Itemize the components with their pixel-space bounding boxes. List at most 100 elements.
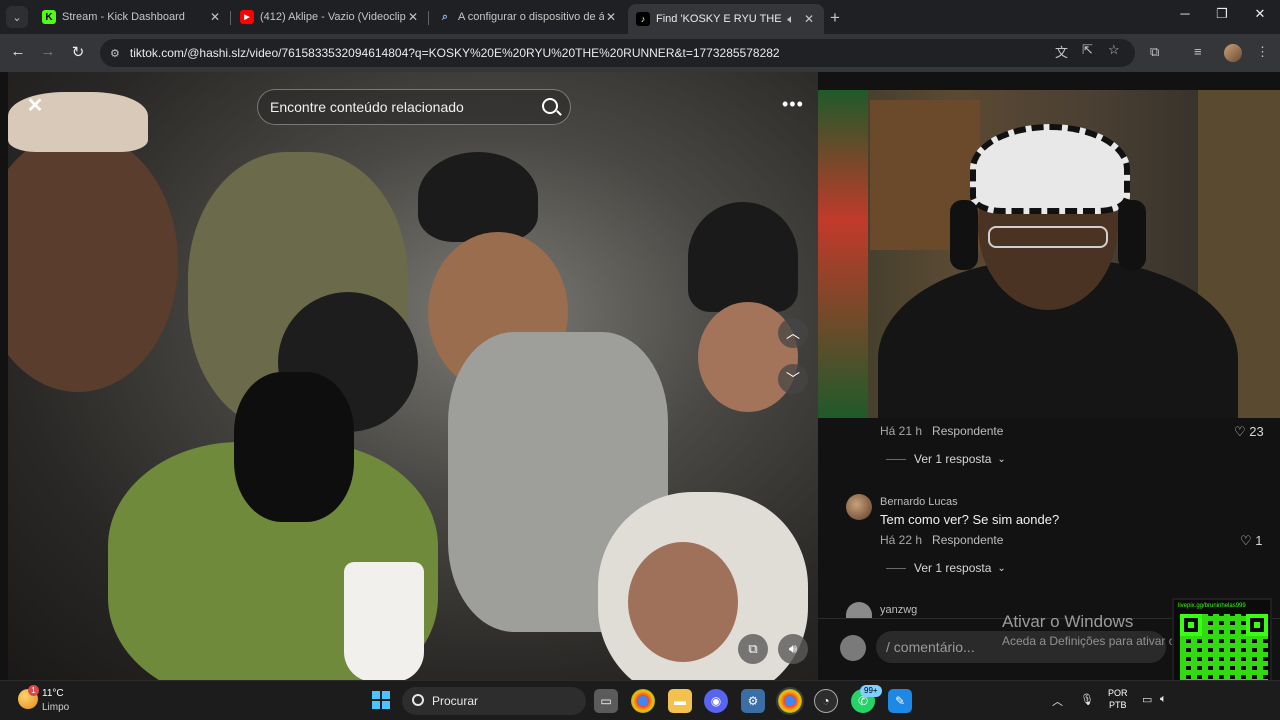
microphone-icon[interactable]: 🎙︎ [1080, 693, 1094, 706]
windows-logo-tile [382, 691, 390, 699]
paint-app-icon[interactable]: ✎ [888, 689, 912, 713]
comment-meta: Há 21 h Respondente [880, 424, 1003, 438]
minimize-button[interactable]: ─ [1170, 6, 1200, 21]
tab-kick-dashboard[interactable]: K Stream - Kick Dashboard ✕ [34, 4, 230, 30]
tab-tiktok-active[interactable]: ♪ Find 'KOSKY E RYU THE RU 🔈︎ ✕ [628, 4, 824, 34]
site-settings-icon[interactable]: ⚙ [110, 47, 120, 60]
task-view-icon[interactable]: ▭ [594, 689, 618, 713]
next-video-button[interactable]: ﹀ [778, 364, 808, 394]
chrome-active-icon[interactable] [778, 689, 802, 713]
url-text[interactable]: tiktok.com/@hashi.slz/video/761583353209… [130, 46, 1030, 60]
maximize-button[interactable]: ❐ [1207, 6, 1237, 22]
replies-divider [886, 567, 906, 569]
comment-likes[interactable]: ♡ 23 [1234, 424, 1264, 440]
search-icon: ⌕ [441, 10, 449, 23]
speaker-icon[interactable]: 🔈︎ [784, 12, 798, 27]
webcam-person-hat [970, 124, 1130, 214]
close-icon[interactable]: ✕ [208, 10, 222, 24]
back-button[interactable]: ← [8, 43, 28, 60]
tab-youtube[interactable]: ▶ (412) Aklipe - Vazio (Videoclipe ✕ [232, 4, 428, 30]
volume-button[interactable]: 🔊︎ [778, 634, 808, 664]
search-icon[interactable] [542, 98, 558, 114]
language-code: POR [1108, 688, 1128, 698]
profile-avatar[interactable] [1224, 44, 1242, 62]
weather-condition[interactable]: Limpo [42, 702, 69, 713]
file-explorer-icon[interactable]: ▬ [668, 689, 692, 713]
start-button[interactable] [372, 691, 390, 709]
reply-link[interactable]: Respondente [932, 424, 1003, 438]
view-replies-button[interactable]: Ver 1 resposta ⌄ [886, 561, 1006, 575]
extensions-icon[interactable]: ⧉ [1150, 44, 1159, 60]
kick-icon: K [42, 10, 56, 24]
more-options-button[interactable]: ••• [782, 94, 804, 115]
video-figure [8, 132, 178, 392]
chevron-down-icon: ⌄ [997, 562, 1006, 574]
forward-button[interactable]: → [38, 43, 58, 60]
keyboard-language[interactable]: POR PTB [1108, 687, 1128, 711]
close-window-button[interactable]: ✕ [1245, 6, 1275, 22]
obs-icon[interactable]: ◔ [814, 689, 838, 713]
picture-in-picture-button[interactable]: ⧉ [738, 634, 768, 664]
comment-time: Há 21 h [880, 424, 923, 438]
related-search-input[interactable]: Encontre conteúdo relacionado [257, 89, 571, 125]
webcam-scarf [818, 90, 868, 418]
tab-divider [230, 11, 231, 25]
taskbar-search[interactable]: Procurar [402, 687, 586, 715]
tab-title: A configurar o dispositivo de á [458, 11, 604, 23]
comment-author[interactable]: Bernardo Lucas [880, 496, 958, 508]
replies-divider [886, 458, 906, 460]
video-figure [418, 152, 538, 242]
close-icon[interactable]: ✕ [604, 10, 618, 24]
show-hidden-icons-chevron[interactable]: ︿ [1052, 693, 1063, 709]
comment-text: Tem como ver? Se sim aonde? [880, 512, 1060, 527]
tab-device-config[interactable]: ⌕ A configurar o dispositivo de á ✕ [430, 4, 626, 30]
network-icon[interactable]: ▭ [1142, 693, 1152, 706]
view-replies-button[interactable]: Ver 1 resposta ⌄ [886, 452, 1006, 466]
discord-icon[interactable]: ◉ [704, 689, 728, 713]
windows-logo-tile [372, 691, 380, 699]
tab-title: Find 'KOSKY E RYU THE RU [656, 13, 784, 25]
temperature[interactable]: 11°C [42, 688, 64, 699]
avatar [840, 635, 866, 661]
address-bar[interactable]: ⚙ tiktok.com/@hashi.slz/video/7615833532… [100, 39, 1135, 67]
new-tab-button[interactable]: + [830, 8, 840, 28]
video-figure [698, 302, 798, 412]
close-icon[interactable]: ✕ [406, 10, 420, 24]
comment-likes[interactable]: ♡ 1 [1240, 533, 1263, 549]
video-figure [688, 202, 798, 312]
translate-icon[interactable]: 文 [1055, 42, 1068, 61]
windows-logo-tile [382, 701, 390, 709]
tab-divider [428, 11, 429, 25]
webcam-glasses [988, 226, 1108, 248]
browser-tab-bar: ⌄ K Stream - Kick Dashboard ✕ ▶ (412) Ak… [0, 0, 1280, 34]
qr-caption: livepix.gg/bruninhelas999 [1178, 603, 1246, 609]
previous-video-button[interactable]: ︿ [778, 318, 808, 348]
install-app-icon[interactable]: ⇱ [1082, 42, 1093, 58]
webcam-headphone [950, 200, 978, 270]
volume-icon[interactable]: 🔈︎ [1160, 693, 1167, 706]
keyboard-layout: PTB [1109, 700, 1127, 710]
bookmark-star-icon[interactable]: ☆ [1108, 42, 1120, 58]
tab-title: (412) Aklipe - Vazio (Videoclipe [260, 11, 406, 23]
webcam-overlay [818, 90, 1280, 418]
avatar[interactable] [846, 602, 872, 618]
chevron-down-icon: ⌄ [997, 453, 1006, 465]
activate-windows-subtitle: Aceda a Definições para ativar o [1002, 634, 1176, 648]
comment-author[interactable]: yanzwg [880, 604, 917, 616]
close-icon[interactable]: ✕ [802, 12, 816, 26]
avatar[interactable] [846, 494, 872, 520]
video-player[interactable]: ✕ Encontre conteúdo relacionado ••• ︿ ﹀ … [8, 72, 818, 680]
speaker-icon: 🔊︎ [788, 641, 798, 656]
search-icon [412, 694, 424, 706]
reply-link[interactable]: Respondente [932, 533, 1003, 547]
reload-button[interactable]: ↻ [68, 43, 88, 61]
tab-search-menu-button[interactable]: ⌄ [6, 6, 28, 28]
video-figure [234, 372, 354, 522]
media-controls-icon[interactable]: ≡ [1194, 44, 1202, 59]
settings-gear-icon[interactable]: ⚙ [741, 689, 765, 713]
likes-count: 1 [1255, 533, 1263, 548]
browser-menu-icon[interactable]: ⋮ [1256, 44, 1269, 60]
chrome-icon[interactable] [631, 689, 655, 713]
windows-logo-tile [372, 701, 380, 709]
close-video-button[interactable]: ✕ [24, 94, 46, 117]
